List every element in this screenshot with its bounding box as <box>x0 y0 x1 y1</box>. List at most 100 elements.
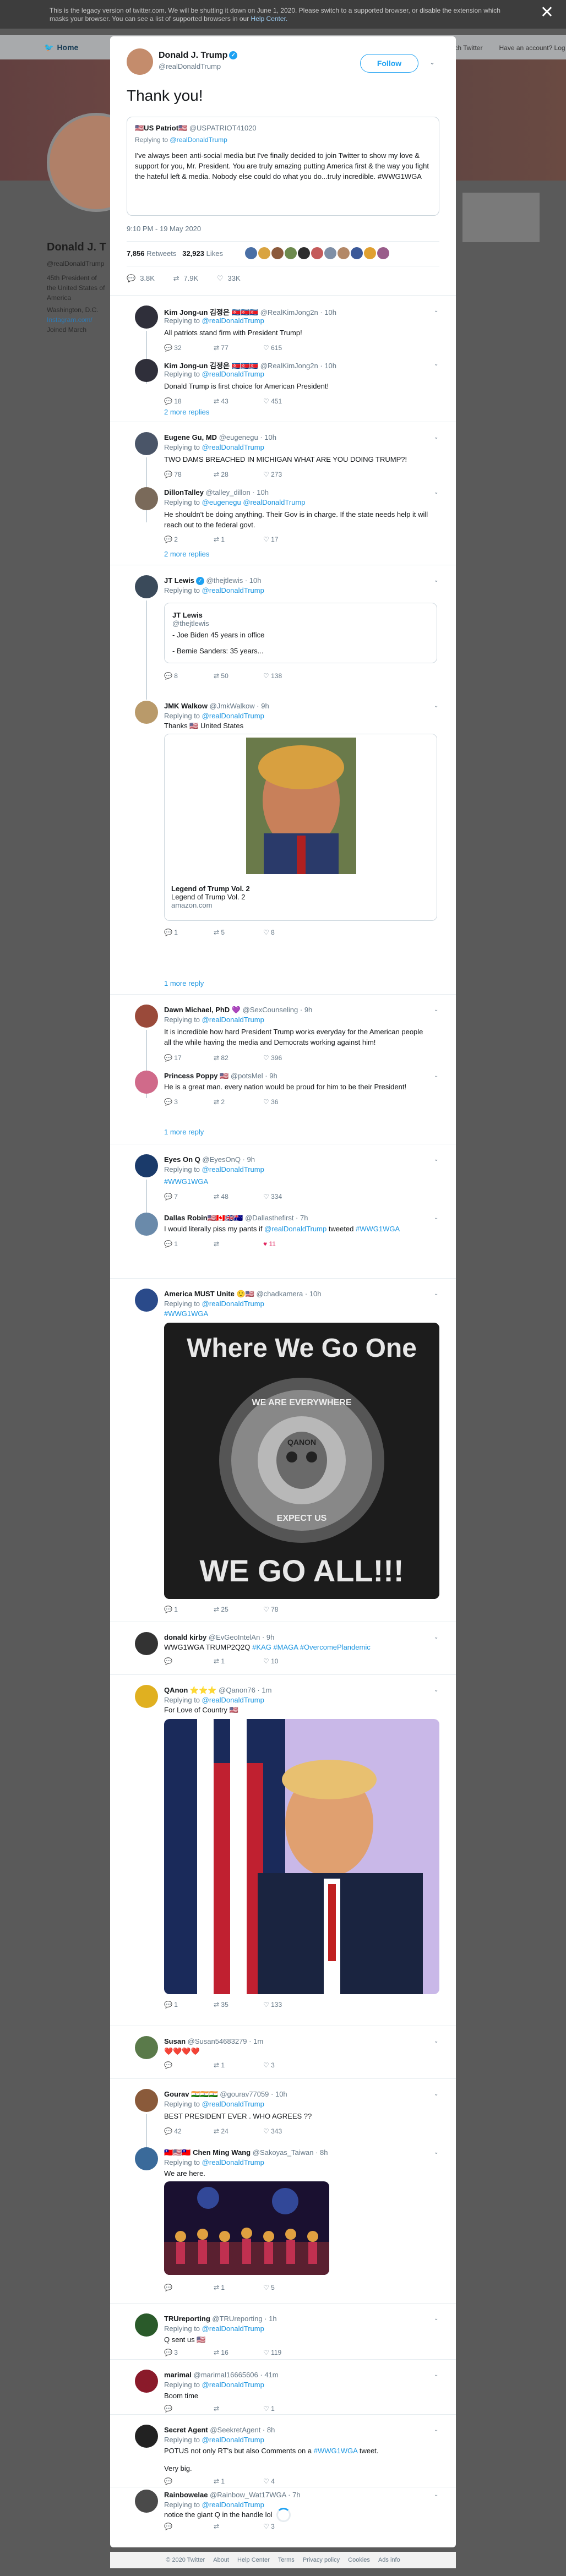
avatar[interactable] <box>135 2036 158 2059</box>
avatar[interactable] <box>135 359 158 382</box>
liker-avatar[interactable] <box>285 247 297 259</box>
avatar[interactable] <box>135 1213 158 1236</box>
coin-bottom-text: EXPECT US <box>277 1514 327 1523</box>
chevron-down-icon[interactable]: ⌄ <box>434 703 438 709</box>
reply-tweet[interactable]: Susan @Susan54683279 · 1m ⌄ ❤️❤️❤️❤️ 💬 ⇄… <box>110 2026 456 2078</box>
footer-privacy[interactable]: Privacy policy <box>303 2557 340 2563</box>
chevron-down-icon[interactable]: ⌄ <box>434 2492 438 2498</box>
avatar[interactable] <box>135 575 158 598</box>
liker-avatar[interactable] <box>258 247 270 259</box>
verified-icon: ✓ <box>195 577 204 586</box>
liker-avatar[interactable] <box>271 247 284 259</box>
chevron-down-icon[interactable]: ⌄ <box>434 434 438 440</box>
qanon-poster-image[interactable]: Where We Go One QANON WE ARE EVERYWHERE … <box>164 1323 439 1599</box>
reply-thread: Dawn Michael, PhD 💜 @SexCounseling · 9h … <box>110 994 456 1144</box>
avatar[interactable] <box>135 1154 158 1177</box>
chevron-down-icon[interactable]: ⌄ <box>434 489 438 495</box>
liker-avatar[interactable] <box>245 247 257 259</box>
show-more-replies[interactable]: 2 more replies <box>164 550 209 558</box>
chevron-down-icon[interactable]: ⌄ <box>434 1215 438 1221</box>
chevron-down-icon[interactable]: ⌄ <box>434 1073 438 1079</box>
avatar[interactable] <box>135 2147 158 2170</box>
liker-avatar[interactable] <box>377 247 389 259</box>
help-center-link[interactable]: Help Center. <box>251 15 288 23</box>
liker-avatar[interactable] <box>338 247 350 259</box>
avatar[interactable] <box>135 2089 158 2112</box>
show-more-replies[interactable]: 1 more reply <box>164 1128 204 1136</box>
chevron-down-icon[interactable]: ⌄ <box>434 1687 438 1693</box>
main-avatar[interactable] <box>127 48 153 75</box>
chevron-down-icon[interactable]: ⌄ <box>434 308 438 314</box>
avatar[interactable] <box>135 2490 158 2513</box>
reply-tweet[interactable]: Secret Agent @SeekretAgent · 8h ⌄ Replyi… <box>110 2414 456 2487</box>
reply-tweet[interactable]: donald kirby @EvGeoIntelAn · 9h ⌄ WWG1WG… <box>110 1622 456 1674</box>
avatar[interactable] <box>135 432 158 455</box>
tweet-stats: 7,856 Retweets 32,923 Likes <box>127 241 439 266</box>
avatar[interactable] <box>135 701 158 724</box>
avatar[interactable] <box>135 1632 158 1655</box>
retweet-button[interactable]: ⇄ 7.9K <box>173 274 199 283</box>
link-card[interactable]: Legend of Trump Vol. 2 Legend of Trump V… <box>164 734 437 921</box>
chevron-down-icon[interactable]: ⌄ <box>434 2427 438 2433</box>
chevron-down-icon[interactable]: ⌄ <box>434 1007 438 1013</box>
follow-button[interactable]: Follow <box>360 54 418 73</box>
liker-avatar[interactable] <box>364 247 376 259</box>
quoted-tweet[interactable]: 🇺🇸US Patriot🇺🇸 @USPATRIOT41020 Replying … <box>127 117 439 216</box>
footer-cookies[interactable]: Cookies <box>348 2557 370 2563</box>
avatar[interactable] <box>135 2425 158 2448</box>
show-more-replies[interactable]: 2 more replies <box>164 408 209 416</box>
footer-ads[interactable]: Ads info <box>378 2557 400 2563</box>
show-more-replies[interactable]: 1 more reply <box>164 979 204 987</box>
liker-avatar[interactable] <box>351 247 363 259</box>
chevron-down-icon[interactable]: ⌄ <box>434 2038 438 2044</box>
chevron-down-icon[interactable]: ⌄ <box>434 1634 438 1640</box>
liker-avatars[interactable] <box>245 247 390 261</box>
reply-tweet[interactable]: marimal @marimal16665606 · 41m ⌄ Replyin… <box>110 2359 456 2414</box>
liker-avatar[interactable] <box>324 247 336 259</box>
chevron-down-icon[interactable]: ⌄ <box>434 2316 438 2322</box>
nav-login[interactable]: Search TwitterHave an account? Log in ▾ <box>440 44 566 59</box>
poster-bottom-text: WE GO ALL!!! <box>199 1553 404 1588</box>
footer-terms[interactable]: Terms <box>278 2557 295 2563</box>
main-actions: 💬 3.8K ⇄ 7.9K ♡ 33K <box>127 274 257 283</box>
coin-top-text: WE ARE EVERYWHERE <box>252 1398 351 1407</box>
footer-about[interactable]: About <box>213 2557 229 2563</box>
reply-tweet[interactable]: America MUST Unite 🙂🇺🇸 @chadkamera · 10h… <box>110 1278 456 1622</box>
quoted-tweet-card[interactable]: JT Lewis @thejtlewis - Joe Biden 45 year… <box>164 603 437 663</box>
avatar[interactable] <box>135 1289 158 1312</box>
tweet-timestamp[interactable]: 9:10 PM - 19 May 2020 <box>127 225 201 233</box>
reply-tweet[interactable]: Rainbowelae @Rainbow_Wat17WGA · 7h ⌄ Rep… <box>110 2487 456 2530</box>
chevron-down-icon[interactable]: ⌄ <box>434 2372 438 2378</box>
chevron-down-icon[interactable]: ⌄ <box>434 361 438 367</box>
avatar[interactable] <box>135 2370 158 2393</box>
avatar[interactable] <box>135 305 158 329</box>
footer-help[interactable]: Help Center <box>237 2557 270 2563</box>
liker-avatar[interactable] <box>311 247 323 259</box>
avatar[interactable] <box>135 1071 158 1094</box>
dance-performance-image[interactable] <box>164 2181 329 2275</box>
avatar[interactable] <box>135 2313 158 2337</box>
reply-button[interactable]: 💬 3.8K <box>127 274 155 283</box>
nav-home[interactable]: 🐦 Home <box>44 43 78 52</box>
avatar[interactable] <box>135 487 158 510</box>
main-author[interactable]: Donald J. Trump ✓ @realDonaldTrump <box>159 51 238 70</box>
chevron-down-icon[interactable]: ⌄ <box>434 1291 438 1297</box>
coin-center-text: QANON <box>287 1438 316 1447</box>
chevron-down-icon[interactable]: ⌄ <box>434 1156 438 1163</box>
reply-thread: JT Lewis ✓ @thejtlewis · 10h ⌄ Replying t… <box>110 565 456 994</box>
reply-tweet[interactable]: TRUreporting @TRUreporting · 1h ⌄ Replyi… <box>110 2303 456 2359</box>
retweet-icon: ⇄ <box>173 274 179 282</box>
chevron-down-icon[interactable]: ⌄ <box>429 58 435 66</box>
close-icon[interactable]: ✕ <box>540 4 554 21</box>
chevron-down-icon[interactable]: ⌄ <box>434 2091 438 2097</box>
liker-avatar[interactable] <box>298 247 310 259</box>
flag-hug-image[interactable] <box>164 1719 439 1994</box>
reply-tweet[interactable]: QAnon ⭐⭐⭐ @Qanon76 · 1m ⌄ Replying to @r… <box>110 1674 456 2026</box>
chevron-down-icon[interactable]: ⌄ <box>434 577 438 583</box>
footer-copyright: © 2020 Twitter <box>166 2557 205 2563</box>
chevron-down-icon[interactable]: ⌄ <box>434 2149 438 2155</box>
legacy-notice-bar: This is the legacy version of twitter.co… <box>0 0 566 29</box>
avatar[interactable] <box>135 1005 158 1028</box>
avatar[interactable] <box>135 1685 158 1708</box>
like-button[interactable]: ♡ 33K <box>217 274 241 283</box>
